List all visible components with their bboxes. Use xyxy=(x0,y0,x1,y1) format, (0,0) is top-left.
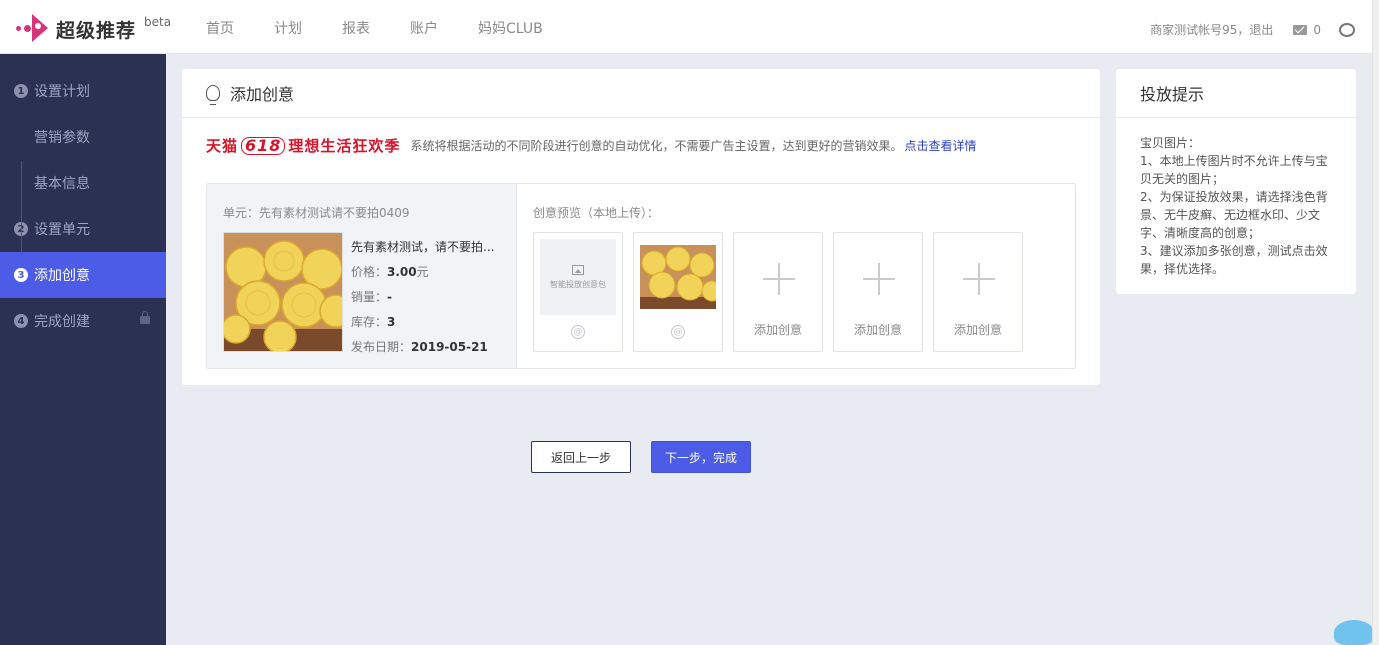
add-creative-label: 添加创意 xyxy=(753,323,802,337)
user-bar: 商家测试帐号95，退出 0 xyxy=(1150,21,1355,38)
promo-text: 系统将根据活动的不同阶段进行创意的自动优化，不需要广告主设置，达到更好的营销效果… xyxy=(410,139,903,153)
tips-line: 2、为保证投放效果，请选择浅色背景、无牛皮癣、无边框水印、少文字、清晰度高的创意… xyxy=(1140,190,1328,240)
plus-icon xyxy=(963,263,995,295)
step-set-unit[interactable]: 2 设置单元 xyxy=(0,206,166,252)
step-label: 设置计划 xyxy=(34,84,90,100)
at-icon[interactable]: @ xyxy=(571,325,585,339)
add-creative-slot[interactable]: 添加创意 xyxy=(833,232,923,352)
product-name: 先有素材测试，请不要拍... xyxy=(351,240,495,254)
creative-preview-label: 创意预览（本地上传）： xyxy=(533,206,660,220)
product-info: 先有素材测试，请不要拍... 价格：3.00元 销量：- 库存：3 发布日期：2… xyxy=(351,238,501,363)
tips-line: 宝贝图片： xyxy=(1140,136,1201,150)
mail-count: 0 xyxy=(1313,22,1321,37)
nav-home[interactable]: 首页 xyxy=(206,18,234,38)
mail-button[interactable]: 0 xyxy=(1293,23,1321,37)
back-button[interactable]: 返回上一步 xyxy=(531,441,631,473)
step-sidebar: 1 设置计划 营销参数 基本信息 2 设置单元 3 添加创意 4 完成创建 xyxy=(0,54,166,645)
step-finish: 4 完成创建 xyxy=(0,298,166,344)
step-label: 完成创建 xyxy=(34,314,90,330)
unit-label: 单元：先有素材测试请不要拍0409 xyxy=(223,206,410,220)
tips-line: 3、建议添加多张创意，测试点击效果，择优选择。 xyxy=(1140,244,1328,276)
logo[interactable]: 超级推荐 beta xyxy=(14,13,171,43)
nav-report[interactable]: 报表 xyxy=(342,18,370,38)
tips-panel: 投放提示 宝贝图片： 1、本地上传图片时不允许上传与宝贝无关的图片； 2、为保证… xyxy=(1116,69,1356,294)
plus-icon xyxy=(763,263,795,295)
creative-slot-uploaded[interactable]: @ xyxy=(633,232,723,352)
card-title: 添加创意 xyxy=(230,85,295,104)
step-set-plan[interactable]: 1 设置计划 xyxy=(0,68,166,114)
mascot-icon[interactable] xyxy=(1334,620,1374,645)
lock-icon xyxy=(140,311,150,324)
product-sales: 销量：- xyxy=(351,290,392,304)
creative-thumbnail xyxy=(640,245,716,309)
add-creative-card: 添加创意 天猫 618 理想生活狂欢季 系统将根据活动的不同阶段进行创意的自动优… xyxy=(182,69,1100,385)
step-add-creative[interactable]: 3 添加创意 xyxy=(0,252,166,298)
step-label: 添加创意 xyxy=(34,268,90,284)
step-basic-info[interactable]: 基本信息 xyxy=(0,160,166,206)
beta-badge: beta xyxy=(144,15,172,29)
plus-icon xyxy=(863,263,895,295)
scrollbar[interactable] xyxy=(1372,0,1379,645)
step-label: 设置单元 xyxy=(34,222,90,238)
weibo-icon[interactable] xyxy=(1339,22,1355,37)
add-creative-label: 添加创意 xyxy=(953,323,1002,337)
promo-banner: 天猫 618 理想生活狂欢季 系统将根据活动的不同阶段进行创意的自动优化，不需要… xyxy=(206,135,976,156)
lightbulb-icon xyxy=(206,85,220,105)
creative-slot-smart-pack[interactable]: 智能投放创意包 @ xyxy=(533,232,623,352)
image-icon xyxy=(572,264,584,275)
card-header: 添加创意 xyxy=(182,69,1100,118)
nav-account[interactable]: 账户 xyxy=(410,18,438,38)
product-image xyxy=(223,232,343,352)
tips-line: 1、本地上传图片时不允许上传与宝贝无关的图片； xyxy=(1140,154,1328,186)
step-number: 3 xyxy=(14,268,28,282)
tips-title: 投放提示 xyxy=(1116,69,1356,118)
at-icon[interactable]: @ xyxy=(671,325,685,339)
next-finish-button[interactable]: 下一步，完成 xyxy=(651,441,751,473)
user-account-logout[interactable]: 商家测试帐号95，退出 xyxy=(1150,21,1273,38)
add-creative-label: 添加创意 xyxy=(853,323,902,337)
step-number: 4 xyxy=(14,314,28,328)
step-connector xyxy=(21,161,22,253)
brand-name: 超级推荐 xyxy=(56,20,137,42)
main-nav: 首页 计划 报表 账户 妈妈CLUB xyxy=(206,18,583,38)
add-creative-slot[interactable]: 添加创意 xyxy=(933,232,1023,352)
step-number: 1 xyxy=(14,84,28,98)
step-label: 营销参数 xyxy=(34,130,90,146)
tips-body: 宝贝图片： 1、本地上传图片时不允许上传与宝贝无关的图片； 2、为保证投放效果，… xyxy=(1116,118,1356,278)
promo-details-link[interactable]: 点击查看详情 xyxy=(904,137,976,154)
slot-hint: 智能投放创意包 xyxy=(550,279,606,289)
product-stock: 库存：3 xyxy=(351,315,396,329)
nav-mama-club[interactable]: 妈妈CLUB xyxy=(478,18,543,38)
product-price: 价格：3.00元 xyxy=(351,265,429,279)
step-marketing-params[interactable]: 营销参数 xyxy=(0,114,166,160)
mail-icon xyxy=(1293,24,1308,35)
step-label: 基本信息 xyxy=(34,176,90,192)
nav-plan[interactable]: 计划 xyxy=(274,18,302,38)
brand-logo-icon xyxy=(14,13,50,43)
add-creative-slot[interactable]: 添加创意 xyxy=(733,232,823,352)
unit-box: 单元：先有素材测试请不要拍0409 先有素材测试，请不要拍... 价格：3.00… xyxy=(206,183,1076,369)
tmall-618-logo: 天猫 618 理想生活狂欢季 xyxy=(206,135,401,155)
unit-product-panel: 单元：先有素材测试请不要拍0409 先有素材测试，请不要拍... 价格：3.00… xyxy=(207,184,517,368)
product-publish-date: 发布日期：2019-05-21 xyxy=(351,340,488,354)
top-bar: 超级推荐 beta 首页 计划 报表 账户 妈妈CLUB 商家测试帐号95，退出… xyxy=(0,0,1379,54)
